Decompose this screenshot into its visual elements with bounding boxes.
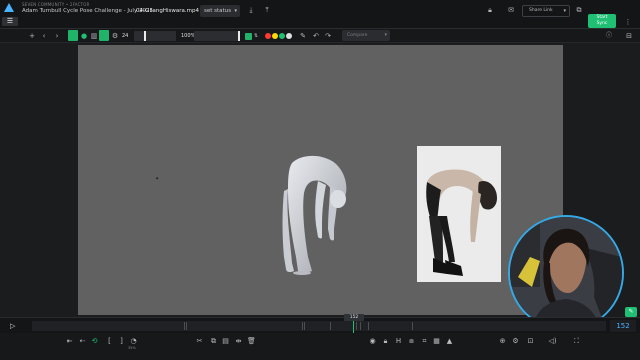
annotate-button[interactable] — [99, 30, 109, 41]
status-select[interactable]: set status ▾ — [200, 5, 240, 17]
shape-tool-icon[interactable]: ● — [79, 30, 89, 42]
start-sync-button[interactable]: Start Sync — [588, 14, 616, 28]
slider-knob[interactable] — [238, 31, 240, 41]
trash-icon[interactable]: ▥ — [89, 30, 99, 42]
status-select-label: set status — [204, 8, 232, 14]
bottom-toolbar: ⇤ ⇠ ⟲ [ ] ◔ 35% ✂ ⧉ ▤ ⇹ 🗑︎ ◉ 🔒︎ H ⧈ ⌗ ▦ … — [0, 333, 640, 360]
zoom-in-icon[interactable]: ⊕ — [497, 336, 508, 347]
mark-out-icon[interactable]: ] — [116, 336, 127, 347]
viewer-stage: ✦ ✎ — [0, 43, 640, 331]
volume-slider[interactable] — [134, 31, 176, 41]
download-icon[interactable]: ⤓ — [245, 4, 257, 16]
chevron-right-icon[interactable]: › — [52, 30, 62, 42]
lock-icon[interactable]: 🔒︎ — [380, 336, 391, 347]
eyedropper-icon[interactable]: ✎ — [298, 30, 308, 42]
color-yellow-swatch[interactable] — [272, 33, 278, 39]
fullscreen-icon[interactable]: ⛶ — [571, 336, 582, 347]
opacity-slider[interactable] — [194, 31, 240, 41]
share-link-label: Share Link — [529, 8, 553, 13]
volume-icon[interactable]: ◁) — [547, 336, 558, 347]
color-white-swatch[interactable] — [286, 33, 292, 39]
crop-icon[interactable]: ⧉ — [208, 336, 219, 347]
color-swatch-current[interactable] — [245, 33, 252, 40]
file-name[interactable]: 04-GilangHiswara.mp4 — [136, 8, 199, 14]
clipboard-icon[interactable]: ▤ — [220, 336, 231, 347]
color-red-swatch[interactable] — [265, 33, 271, 39]
more-vertical-icon[interactable]: ⋮ — [622, 16, 634, 28]
reference-photo — [417, 146, 501, 282]
current-frame-field[interactable]: 152 — [610, 320, 636, 332]
timeline-marker[interactable] — [186, 322, 187, 330]
compare-select[interactable]: Compare ▾ — [342, 30, 390, 41]
settings-icon[interactable]: ⚙ — [510, 336, 521, 347]
timeline-marker[interactable] — [302, 322, 303, 330]
go-to-start-icon[interactable]: ⇤ — [64, 336, 75, 347]
eye-icon[interactable]: ◉ — [367, 336, 378, 347]
grid-icon[interactable]: ▦ — [431, 336, 442, 347]
split-icon[interactable]: ⇹ — [233, 336, 244, 347]
cursor-icon: ✦ — [155, 176, 160, 182]
timeline-marker[interactable] — [304, 322, 305, 330]
app-window: ☰ SEVEN COMMUNITY • 2FACTOR Adam Turnbul… — [0, 0, 640, 360]
settings-icon[interactable]: ⚙ — [110, 30, 120, 42]
top-header: ☰ SEVEN COMMUNITY • 2FACTOR Adam Turnbul… — [0, 0, 640, 29]
start-sync-label-bottom: Sync — [596, 20, 608, 26]
layers-icon[interactable]: ⧈ — [406, 336, 417, 347]
timeline-track[interactable]: 152 — [32, 314, 606, 333]
undo-icon[interactable]: ↶ — [311, 30, 321, 42]
timeline-marker[interactable] — [368, 322, 369, 330]
view-mode-button[interactable] — [68, 30, 78, 41]
link-icon[interactable]: ⧉ — [573, 4, 585, 16]
lock-icon[interactable]: 🔒︎ — [484, 4, 496, 16]
timeline-marker[interactable] — [412, 322, 413, 330]
chevron-left-icon[interactable]: ‹ — [39, 30, 49, 42]
add-icon[interactable]: + — [27, 30, 37, 42]
webcam-overlay[interactable] — [508, 215, 624, 331]
tool-toolbar: + ‹ › ● ▥ ⚙ 24 100% ⇅ ✎ ↶ ↷ Compare ▾ ⓘ … — [0, 29, 640, 43]
slider-knob[interactable] — [144, 31, 146, 41]
collapse-icon[interactable]: ⊟ — [624, 30, 634, 42]
chevron-down-icon: ▾ — [384, 32, 387, 38]
redo-icon[interactable]: ↷ — [323, 30, 333, 42]
chevron-down-icon: ▾ — [234, 8, 237, 14]
frame-icon[interactable]: ⌗ — [419, 336, 430, 347]
color-green-swatch[interactable] — [279, 33, 285, 39]
project-title[interactable]: Adam Turnbull Cycle Pose Challenge - Jul… — [22, 8, 153, 14]
chevron-down-icon: ▾ — [563, 8, 566, 14]
delete-icon[interactable]: 🗑︎ — [246, 336, 257, 347]
frame-rate-value[interactable]: 24 — [122, 31, 128, 41]
warning-icon[interactable]: ▲ — [444, 336, 455, 347]
timeline-marker[interactable] — [184, 322, 185, 330]
mail-icon[interactable]: ✉ — [505, 4, 517, 16]
color-stepper-icon[interactable]: ⇅ — [253, 30, 259, 42]
loop-icon[interactable]: ⟲ — [89, 336, 100, 347]
timeline-marker[interactable] — [330, 322, 331, 330]
mark-in-icon[interactable]: [ — [104, 336, 115, 347]
app-logo-icon[interactable] — [4, 3, 14, 13]
zoom-label: 35% — [128, 346, 136, 350]
timeline[interactable]: ▷ 152 152 — [0, 314, 640, 333]
compare-label: Compare — [347, 33, 368, 38]
fit-icon[interactable]: ⊡ — [525, 336, 536, 347]
play-icon[interactable]: ▷ — [10, 321, 20, 331]
hold-icon[interactable]: H — [393, 336, 404, 347]
timeline-marker[interactable] — [356, 322, 357, 330]
playhead-frame-tag: 152 — [344, 314, 364, 321]
upload-icon[interactable]: ⤒ — [261, 4, 273, 16]
project-label: SEVEN COMMUNITY • 2FACTOR — [22, 2, 90, 7]
share-link-select[interactable]: Share Link ▾ — [522, 5, 570, 17]
chat-icon[interactable]: ✎ — [625, 307, 637, 317]
video-canvas[interactable]: ✦ — [78, 45, 563, 315]
timeline-marker[interactable] — [360, 322, 361, 330]
3d-figure-render — [282, 155, 347, 275]
step-back-icon[interactable]: ⇠ — [77, 336, 88, 347]
info-icon[interactable]: ⓘ — [604, 30, 614, 42]
scissors-icon[interactable]: ✂ — [194, 336, 205, 347]
menu-icon[interactable]: ☰ — [2, 17, 18, 26]
